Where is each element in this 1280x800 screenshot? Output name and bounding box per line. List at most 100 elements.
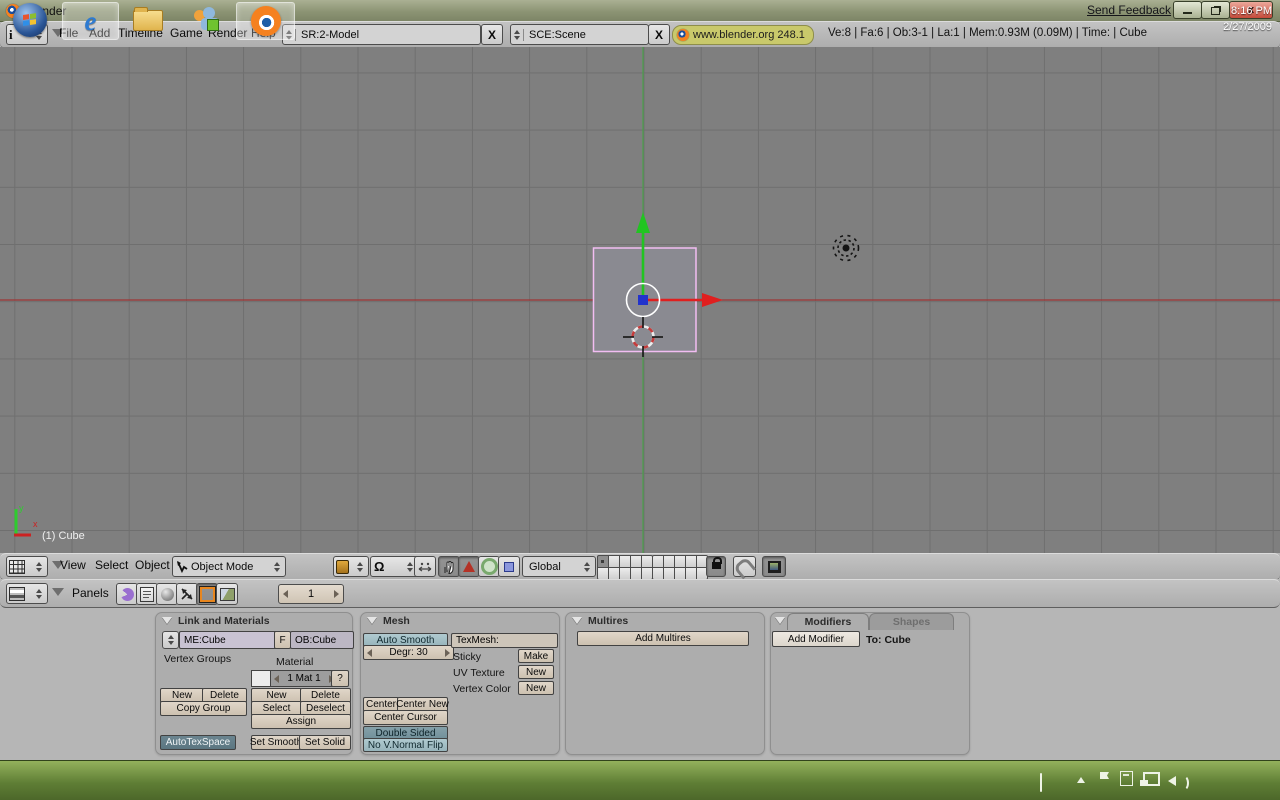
panels-menu[interactable]: Panels — [68, 586, 113, 600]
panel-collapse-icon[interactable] — [162, 617, 172, 624]
render-preview-button[interactable] — [762, 556, 786, 577]
frame-stepper[interactable]: 1 — [278, 584, 344, 604]
material-index-stepper[interactable]: 1 Mat 1 — [270, 670, 338, 687]
minimize-button[interactable] — [1173, 1, 1202, 19]
panel-collapse-icon[interactable] — [775, 617, 785, 624]
center-cursor-button[interactable]: Center Cursor — [363, 710, 448, 725]
degr-next-icon[interactable] — [444, 648, 450, 657]
layer-cell[interactable] — [686, 568, 696, 579]
start-button[interactable] — [8, 2, 54, 38]
taskbar-clock[interactable]: 8:16 PM 2/27/2009 — [1223, 3, 1272, 35]
x-icon: X — [487, 27, 496, 42]
degr-prev-icon[interactable] — [367, 648, 372, 657]
editor-type-button-3dview[interactable] — [6, 556, 48, 577]
pivot-dropdown[interactable]: Ω — [370, 556, 420, 577]
send-feedback-link[interactable]: Send Feedback — [1087, 3, 1171, 17]
menu-object[interactable]: Object — [131, 558, 174, 572]
tab-modifiers[interactable]: Modifiers — [787, 613, 869, 630]
snap-toggle[interactable] — [732, 556, 757, 580]
taskbar-blender[interactable] — [236, 2, 295, 40]
layer-buttons-group-2[interactable] — [652, 555, 708, 580]
editing-context-button[interactable] — [196, 583, 218, 605]
center-points-toggle[interactable] — [414, 556, 436, 577]
copy-group-button[interactable]: Copy Group — [160, 701, 247, 716]
script-context-button[interactable] — [136, 583, 158, 605]
taskbar-internet-explorer[interactable]: e — [62, 2, 119, 40]
material-color-swatch[interactable] — [251, 670, 272, 687]
scene-close-button[interactable]: X — [648, 24, 670, 45]
lock-layers-toggle[interactable] — [706, 556, 726, 577]
layer-cell[interactable] — [620, 556, 630, 567]
screen-close-button[interactable]: X — [481, 24, 503, 45]
object-context-button[interactable] — [176, 583, 198, 605]
editor-type-button-buttons[interactable] — [6, 583, 48, 604]
layer-cell[interactable] — [620, 568, 630, 579]
set-solid-button[interactable]: Set Solid — [299, 735, 351, 750]
manipulator-hand-toggle[interactable] — [438, 556, 460, 577]
panel-collapse-icon[interactable] — [572, 617, 582, 624]
layer-cell[interactable] — [631, 556, 641, 567]
windows-update-icon[interactable] — [1120, 771, 1133, 786]
object-name-field[interactable]: OB:Cube — [290, 631, 354, 649]
layer-cell[interactable] — [642, 556, 652, 567]
menu-select[interactable]: Select — [91, 558, 132, 572]
layer-cell-active[interactable] — [598, 556, 608, 567]
mesh-browse-button[interactable] — [162, 631, 179, 649]
volume-icon[interactable] — [1168, 773, 1189, 791]
material-assign-button[interactable]: Assign — [251, 714, 351, 729]
layer-cell[interactable] — [653, 568, 663, 579]
material-help-button[interactable]: ? — [331, 670, 349, 687]
degr-stepper[interactable]: Degr: 30 — [363, 645, 454, 660]
fake-user-button[interactable]: F — [274, 631, 291, 649]
scene-selector[interactable]: SCE:Scene — [510, 24, 649, 45]
logic-pacman-icon — [120, 587, 134, 601]
layer-cell[interactable] — [609, 556, 619, 567]
frame-next-icon[interactable] — [334, 590, 339, 598]
layer-cell[interactable] — [631, 568, 641, 579]
mode-dropdown[interactable]: Object Mode — [172, 556, 286, 577]
taskbar-explorer[interactable] — [120, 2, 175, 38]
frame-prev-icon[interactable] — [283, 590, 288, 598]
draw-type-dropdown[interactable] — [333, 556, 369, 577]
shading-context-button[interactable] — [156, 583, 178, 605]
add-multires-button[interactable]: Add Multires — [577, 631, 749, 646]
layer-cell[interactable] — [642, 568, 652, 579]
manipulator-rotate-toggle[interactable] — [478, 556, 500, 577]
uv-texture-new-button[interactable]: New — [518, 665, 554, 679]
viewport-canvas[interactable] — [0, 47, 1280, 553]
scene-context-button[interactable] — [216, 583, 238, 605]
autotexspace-toggle[interactable]: AutoTexSpace — [160, 735, 236, 750]
keyboard-layout-icon[interactable] — [1040, 773, 1042, 792]
layer-cell[interactable] — [653, 556, 663, 567]
menu-view[interactable]: View — [56, 558, 90, 572]
layer-buttons-group-1[interactable] — [597, 555, 653, 580]
taskbar-messenger[interactable] — [178, 2, 233, 38]
logic-context-button[interactable] — [116, 583, 138, 605]
buttons-editor-icon — [9, 586, 25, 601]
layer-cell[interactable] — [686, 556, 696, 567]
show-hidden-icons-button[interactable] — [1077, 777, 1085, 783]
set-smooth-button[interactable]: Set Smooth — [250, 735, 302, 750]
layer-cell[interactable] — [675, 556, 685, 567]
mesh-name-field[interactable]: ME:Cube — [179, 631, 279, 649]
collapse-header-icon[interactable] — [52, 588, 64, 596]
screen-selector[interactable]: SR:2-Model — [282, 24, 481, 45]
network-icon[interactable] — [1140, 772, 1160, 786]
no-vnormal-flip-toggle[interactable]: No V.Normal Flip — [363, 738, 448, 752]
manipulator-scale-toggle[interactable] — [498, 556, 520, 577]
orientation-dropdown[interactable]: Global — [522, 556, 596, 577]
texmesh-field[interactable]: TexMesh: — [451, 633, 558, 648]
manipulator-translate-toggle[interactable] — [458, 556, 480, 577]
sticky-make-button[interactable]: Make — [518, 649, 554, 663]
add-modifier-button[interactable]: Add Modifier — [772, 631, 860, 647]
layer-cell[interactable] — [664, 568, 674, 579]
layer-cell[interactable] — [675, 568, 685, 579]
layer-cell[interactable] — [598, 568, 608, 579]
layer-cell[interactable] — [664, 556, 674, 567]
panel-collapse-icon[interactable] — [367, 617, 377, 624]
vertex-color-new-button[interactable]: New — [518, 681, 554, 695]
version-badge[interactable]: www.blender.org 248.1 — [672, 25, 814, 45]
layer-cell[interactable] — [609, 568, 619, 579]
tab-shapes[interactable]: Shapes — [869, 613, 954, 630]
mat-prev-icon[interactable] — [274, 674, 279, 683]
